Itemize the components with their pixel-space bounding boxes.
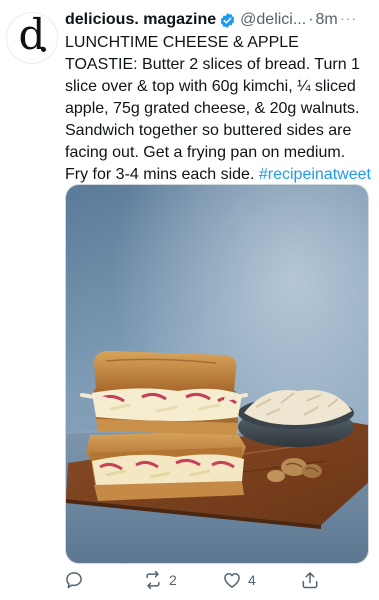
- hashtag-link[interactable]: #recipeinatweet: [259, 166, 371, 183]
- tweet-actions: 2 4: [0, 568, 379, 596]
- reply-button[interactable]: [64, 570, 90, 590]
- handle[interactable]: @delici...: [240, 11, 306, 29]
- share-button[interactable]: [300, 570, 320, 590]
- heart-icon: [224, 573, 240, 588]
- avatar-logo-dot: [41, 47, 46, 52]
- timestamp[interactable]: 8m: [316, 11, 338, 29]
- avatar[interactable]: d: [6, 12, 58, 64]
- tweet-body: LUNCHTIME CHEESE & APPLE TOASTIE: Butter…: [65, 34, 360, 183]
- tweet[interactable]: d delicious. magazine @delici... · 8m ··…: [0, 0, 379, 600]
- header-separator: ·: [308, 11, 314, 28]
- tweet-media-photo[interactable]: [65, 184, 369, 564]
- retweet-icon: [146, 570, 160, 590]
- more-options-icon[interactable]: ···: [340, 10, 357, 26]
- tweet-text: LUNCHTIME CHEESE & APPLE TOASTIE: Butter…: [65, 32, 371, 186]
- like-count: 4: [248, 572, 256, 588]
- tweet-header: delicious. magazine @delici... · 8m: [65, 9, 375, 31]
- display-name[interactable]: delicious. magazine: [65, 11, 216, 29]
- toastie-photo-icon: [66, 185, 368, 563]
- retweet-button[interactable]: 2: [143, 570, 177, 590]
- like-button[interactable]: 4: [222, 570, 256, 590]
- verified-badge-icon: [219, 12, 236, 29]
- reply-icon: [66, 572, 82, 589]
- retweet-count: 2: [169, 572, 177, 588]
- share-icon: [302, 572, 318, 589]
